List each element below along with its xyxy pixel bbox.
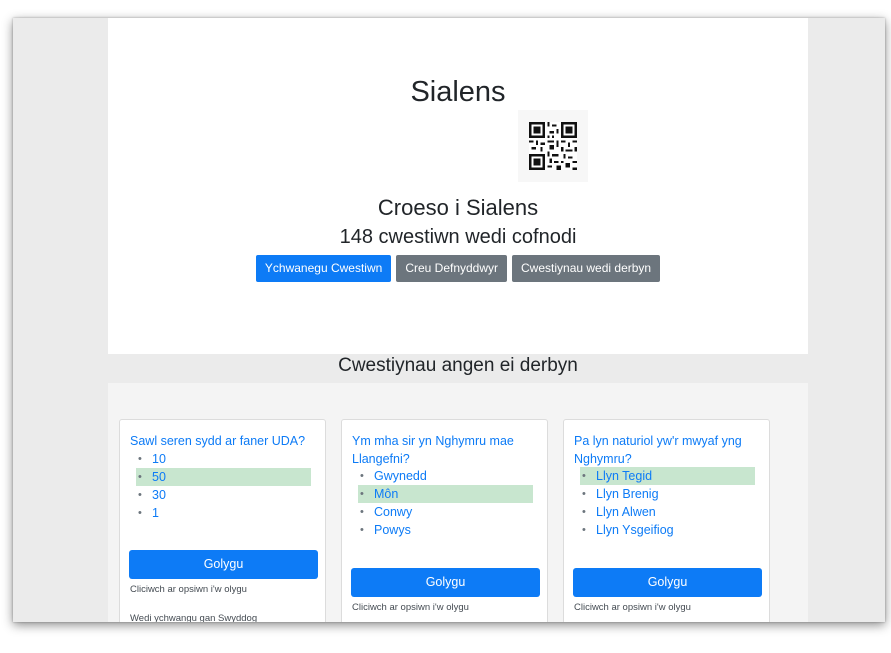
option-item[interactable]: Llyn Ysgeifiog [580, 521, 755, 539]
question-text[interactable]: Ym mha sir yn Nghymru mae Llangefni? [352, 432, 537, 468]
pending-questions-heading: Cwestiynau angen ei derbyn [338, 355, 578, 376]
question-text[interactable]: Sawl seren sydd ar faner UDA? [130, 432, 315, 450]
option-item-correct[interactable]: Môn [358, 485, 533, 503]
edit-hint: Cliciwch ar opsiwn i'w olygu [574, 602, 691, 613]
question-text[interactable]: Pa lyn naturiol yw'r mwyaf yng Nghymru? [574, 432, 759, 468]
option-item-correct[interactable]: Llyn Tegid [580, 467, 755, 485]
option-item[interactable]: Llyn Brenig [580, 485, 755, 503]
option-item[interactable]: 1 [136, 504, 311, 522]
create-users-button[interactable]: Creu Defnyddwyr [396, 255, 508, 282]
option-item[interactable]: 10 [136, 450, 311, 468]
options-list: Gwynedd Môn Conwy Powys [358, 467, 533, 539]
options-list: Llyn Tegid Llyn Brenig Llyn Alwen Llyn Y… [580, 467, 755, 539]
question-card: Ym mha sir yn Nghymru mae Llangefni? Gwy… [341, 419, 548, 622]
edit-hint: Cliciwch ar opsiwn i'w olygu [130, 584, 247, 595]
question-card: Sawl seren sydd ar faner UDA? 10 50 30 1… [119, 419, 326, 622]
option-item[interactable]: Powys [358, 521, 533, 539]
question-count-text: 148 cwestiwn wedi cofnodi [339, 226, 577, 248]
edit-button[interactable]: Golygu [573, 568, 762, 597]
option-item[interactable]: Llyn Alwen [580, 503, 755, 521]
option-item[interactable]: Conwy [358, 503, 533, 521]
accepted-questions-button[interactable]: Cwestiynau wedi derbyn [512, 255, 661, 282]
option-item[interactable]: 30 [136, 486, 311, 504]
pending-questions-area: Sawl seren sydd ar faner UDA? 10 50 30 1… [108, 383, 808, 622]
edit-button[interactable]: Golygu [351, 568, 540, 597]
added-by-text: Wedi ychwangu gan Swyddog [130, 613, 258, 622]
option-item-correct[interactable]: 50 [136, 468, 311, 486]
welcome-heading: Croeso i Sialens [377, 195, 539, 220]
action-buttons: Ychwanegu Cwestiwn Creu Defnyddwyr Cwest… [108, 255, 808, 282]
browser-window: Sialens Croeso i Sialens 148 cwestiwn we… [13, 18, 885, 622]
option-item[interactable]: Gwynedd [358, 467, 533, 485]
edit-button[interactable]: Golygu [129, 550, 318, 579]
qr-code-image [518, 110, 588, 182]
hero-panel: Sialens Croeso i Sialens 148 cwestiwn we… [108, 18, 808, 354]
options-list: 10 50 30 1 [136, 450, 311, 522]
add-question-button[interactable]: Ychwanegu Cwestiwn [255, 255, 392, 282]
site-title: Sialens [410, 76, 506, 108]
question-card: Pa lyn naturiol yw'r mwyaf yng Nghymru? … [563, 419, 770, 622]
edit-hint: Cliciwch ar opsiwn i'w olygu [352, 602, 469, 613]
